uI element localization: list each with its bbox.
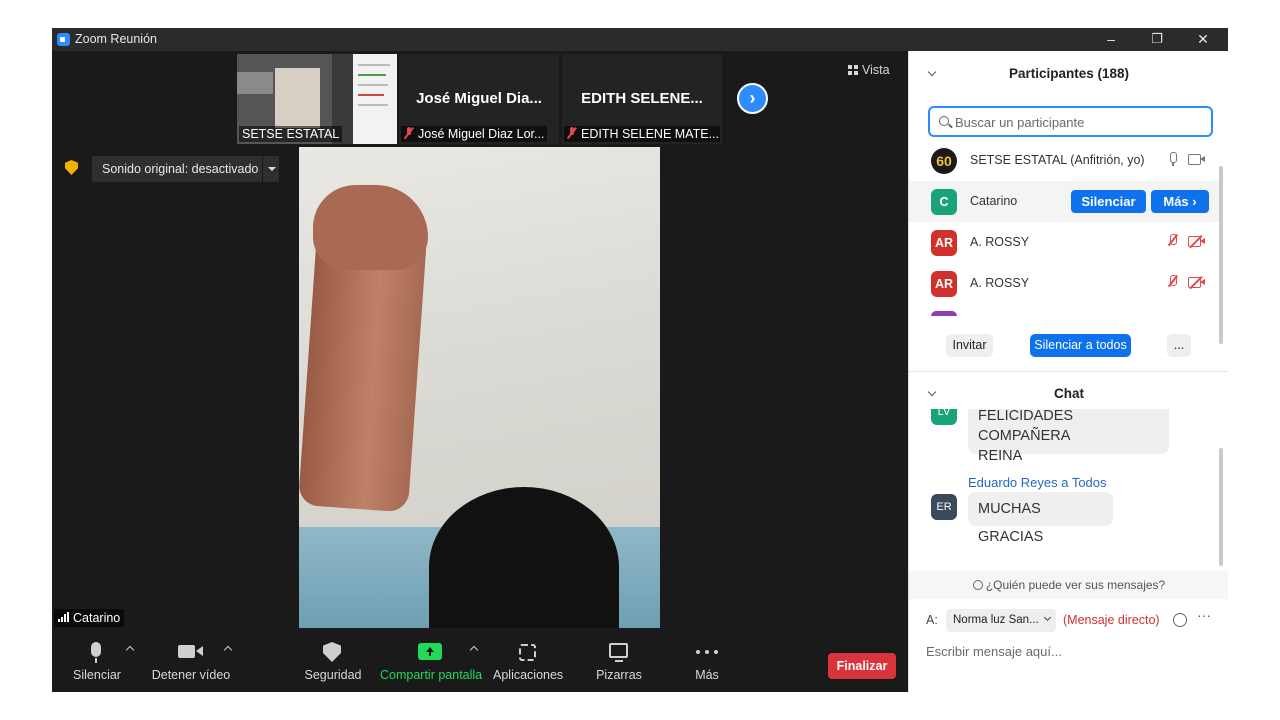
emoji-icon[interactable]	[1173, 613, 1187, 627]
video-options-caret-icon[interactable]	[224, 645, 232, 653]
original-sound-label: Sonido original: desactivado	[102, 162, 259, 176]
close-button[interactable]: ✕	[1180, 28, 1226, 51]
active-speaker-video	[299, 147, 660, 628]
microphone-icon[interactable]	[1168, 152, 1178, 166]
video-thumbnail[interactable]: SETSE ESTATAL	[237, 54, 397, 144]
more-dots-icon[interactable]: ···	[1197, 607, 1211, 623]
thumbnail-label: EDITH SELENE MATE...	[564, 126, 720, 142]
to-label: A:	[926, 613, 938, 627]
more-dots-icon	[682, 641, 732, 663]
participant-name: SETSE ESTATAL (Anfitrión, yo)	[970, 153, 1145, 167]
recipient-select[interactable]: Norma luz San...	[946, 609, 1056, 632]
participant-name: A. ROSSY	[970, 235, 1030, 249]
video-camera-icon[interactable]	[1188, 154, 1205, 165]
avatar: AR	[931, 271, 957, 297]
thumbnail-label: SETSE ESTATAL	[239, 126, 343, 142]
search-icon	[939, 116, 949, 126]
video-camera-icon	[151, 641, 231, 663]
end-meeting-button[interactable]: Finalizar	[828, 653, 896, 679]
direct-message-label: (Mensaje directo)	[1063, 613, 1160, 627]
avatar: LV	[931, 409, 957, 425]
mute-all-button[interactable]: Silenciar a todos	[1030, 334, 1131, 357]
audio-options-caret-icon[interactable]	[126, 645, 134, 653]
original-sound-toggle[interactable]: Sonido original: desactivado	[92, 156, 279, 182]
meeting-toolbar: Silenciar Detener vídeo Seguridad Compar…	[52, 637, 908, 692]
who-can-see-messages[interactable]: ¿Quién puede ver sus mensajes?	[909, 571, 1228, 599]
avatar: C	[931, 189, 957, 215]
stop-video-button[interactable]: Detener vídeo	[151, 641, 231, 682]
participant-name: Catarino	[970, 194, 1018, 208]
shared-document-preview	[353, 54, 397, 144]
side-panel: Participantes (188) 60 SETSE ESTATAL (An…	[908, 51, 1228, 692]
minimize-button[interactable]: –	[1088, 28, 1134, 51]
window-title: Zoom Reunión	[75, 32, 157, 46]
dropdown-arrow-icon[interactable]	[262, 156, 279, 182]
invite-button[interactable]: Invitar	[946, 334, 993, 357]
chevron-down-icon	[1043, 613, 1051, 622]
muted-mic-icon[interactable]	[1168, 234, 1178, 248]
video-off-icon[interactable]	[1188, 234, 1205, 249]
security-button[interactable]: Seguridad	[303, 641, 363, 682]
video-thumbnail[interactable]: José Miguel Dia... José Miguel Diaz Lor.…	[399, 54, 559, 144]
muted-mic-icon	[404, 127, 414, 139]
microphone-icon	[70, 641, 124, 663]
thumbnail-name: EDITH SELENE...	[581, 90, 703, 107]
view-button[interactable]: Vista	[848, 63, 890, 77]
whiteboard-icon	[589, 641, 649, 663]
chat-message: MUCHAS GRACIAS	[968, 492, 1113, 545]
chat-scrollbar[interactable]	[1219, 448, 1223, 566]
zoom-logo-icon	[57, 33, 70, 46]
security-shield-icon	[303, 641, 363, 663]
security-shield-icon[interactable]	[65, 160, 78, 175]
participants-scrollbar[interactable]	[1219, 166, 1223, 344]
share-screen-icon	[380, 641, 480, 663]
video-thumbnail[interactable]: EDITH SELENE... EDITH SELENE MATE...	[562, 54, 722, 144]
divider	[909, 371, 1228, 372]
video-area: SETSE ESTATAL José Miguel Dia... José Mi…	[52, 51, 908, 637]
next-page-button[interactable]: ›	[737, 83, 768, 114]
avatar: 60	[931, 148, 957, 174]
participant-more-button[interactable]: Más ›	[1151, 190, 1209, 213]
participant-search-input[interactable]	[955, 112, 1205, 132]
share-options-caret-icon[interactable]	[470, 645, 478, 653]
chat-sender[interactable]: Eduardo Reyes a Todos	[968, 475, 1107, 490]
zoom-window: Zoom Reunión – ❐ ✕ SETSE ESTATAL José Mi…	[52, 28, 1228, 692]
participant-row[interactable]: C Catarino Silenciar Más ›	[909, 181, 1219, 222]
video-head	[429, 487, 619, 628]
participants-title: Participantes (188)	[1008, 66, 1130, 81]
chat-title: Chat	[1054, 386, 1084, 401]
chat-message: FELICIDADES COMPAÑERA REINA	[968, 409, 1169, 464]
thumbnail-label: José Miguel Diaz Lor...	[401, 126, 548, 142]
chat-messages: LV FELICIDADES COMPAÑERA REINA Eduardo R…	[909, 409, 1228, 569]
thumbnail-name: José Miguel Dia...	[416, 90, 542, 107]
video-fist	[313, 185, 428, 270]
apps-button[interactable]: Aplicaciones	[493, 641, 563, 682]
partial-avatar	[931, 311, 957, 316]
whiteboards-button[interactable]: Pizarras	[589, 641, 649, 682]
grid-icon	[848, 65, 858, 75]
participant-row[interactable]: AR A. ROSSY	[909, 222, 1219, 263]
participant-mute-button[interactable]: Silenciar	[1071, 190, 1146, 213]
muted-mic-icon[interactable]	[1168, 275, 1178, 289]
apps-icon	[493, 641, 563, 663]
signal-bars-icon	[58, 612, 70, 622]
muted-mic-icon	[567, 127, 577, 139]
more-options-button[interactable]: ...	[1167, 334, 1191, 357]
video-off-icon[interactable]	[1188, 275, 1205, 290]
title-bar: Zoom Reunión – ❐ ✕	[52, 28, 1228, 51]
more-button[interactable]: Más	[682, 641, 732, 682]
mute-button[interactable]: Silenciar	[70, 641, 124, 682]
restore-button[interactable]: ❐	[1134, 28, 1180, 51]
people-icon	[972, 580, 983, 590]
share-screen-button[interactable]: Compartir pantalla	[380, 641, 482, 682]
avatar: AR	[931, 230, 957, 256]
participant-name: A. ROSSY	[970, 276, 1030, 290]
avatar: ER	[931, 494, 957, 520]
participant-search[interactable]	[928, 106, 1213, 137]
participant-row[interactable]: AR A. ROSSY	[909, 263, 1219, 304]
participant-row[interactable]: 60 SETSE ESTATAL (Anfitrión, yo)	[909, 140, 1219, 181]
chat-input[interactable]	[926, 640, 1216, 662]
speaker-name-tag: Catarino	[54, 609, 125, 627]
